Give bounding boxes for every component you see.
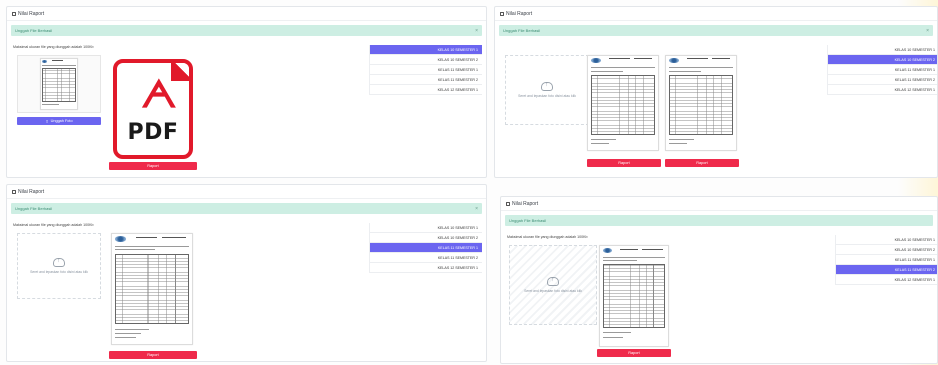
panel-content: Maksimal ukuran file yang diunggah adala… bbox=[507, 235, 937, 357]
raport-button[interactable]: Raport bbox=[597, 349, 671, 357]
semester-list: KELAS 10 SEMESTER 1 KELAS 10 SEMESTER 2 KE… bbox=[835, 235, 937, 285]
raport-panel-bottom-left: Nilai Raport Unggah File Berhasil × Maks… bbox=[6, 184, 487, 362]
uploaded-photo-thumbnail[interactable] bbox=[17, 55, 101, 113]
pdf-label: PDF bbox=[127, 120, 179, 145]
photo-dropzone[interactable]: Seret and lepaskan foto disini atau klik bbox=[17, 233, 101, 299]
close-icon[interactable]: × bbox=[475, 28, 478, 34]
semester-item[interactable]: KELAS 10 SEMESTER 1 bbox=[828, 45, 937, 55]
semester-item[interactable]: KELAS 11 SEMESTER 2 bbox=[370, 75, 482, 85]
dropzone-hint: Seret and lepaskan foto disini atau klik bbox=[30, 270, 88, 274]
max-size-note: Maksimal ukuran file yang diunggah adala… bbox=[13, 45, 94, 49]
semester-item[interactable]: KELAS 12 SEMESTER 1 bbox=[836, 275, 937, 285]
document-icon bbox=[12, 11, 16, 16]
upload-photo-label: Unggah Foto bbox=[50, 119, 73, 123]
raport-button[interactable]: Raport bbox=[109, 162, 197, 170]
panel-title: Nilai Raport bbox=[506, 10, 533, 17]
semester-list: KELAS 10 SEMESTER 1 KELAS 10 SEMESTER 2 KE… bbox=[369, 45, 482, 95]
photo-dropzone[interactable]: Seret and lepaskan foto disini atau klik bbox=[505, 55, 589, 125]
raport-page-2 bbox=[665, 55, 737, 151]
dropzone-hint: Seret and lepaskan foto disini atau klik bbox=[524, 289, 582, 293]
cloud-upload-icon bbox=[53, 258, 65, 267]
success-alert: Unggah File Berhasil × bbox=[11, 203, 482, 214]
semester-item[interactable]: KELAS 12 SEMESTER 1 bbox=[370, 263, 482, 273]
semester-item[interactable]: KELAS 11 SEMESTER 1 bbox=[370, 243, 482, 253]
semester-list: KELAS 10 SEMESTER 1 KELAS 10 SEMESTER 2 KE… bbox=[827, 45, 937, 95]
semester-item[interactable]: KELAS 11 SEMESTER 1 bbox=[370, 65, 482, 75]
document-icon bbox=[500, 11, 504, 16]
panel-content: Maksimal ukuran file yang diunggah adala… bbox=[13, 45, 482, 171]
cloud-upload-icon bbox=[547, 277, 559, 286]
semester-item[interactable]: KELAS 11 SEMESTER 1 bbox=[828, 65, 937, 75]
success-alert: Unggah File Berhasil bbox=[505, 215, 933, 226]
raport-button[interactable]: Raport bbox=[109, 351, 197, 359]
semester-item[interactable]: KELAS 11 SEMESTER 2 bbox=[836, 265, 937, 275]
max-size-note: Maksimal ukuran file yang diunggah adala… bbox=[507, 235, 588, 239]
photo-dropzone[interactable]: Seret and lepaskan foto disini atau klik bbox=[509, 245, 597, 325]
panel-title: Nilai Raport bbox=[512, 200, 539, 207]
cloud-upload-icon bbox=[541, 82, 553, 91]
max-size-note: Maksimal ukuran file yang diunggah adala… bbox=[13, 223, 94, 227]
panel-content: Seret and lepaskan foto disini atau klik bbox=[501, 45, 937, 171]
raport-page bbox=[599, 245, 669, 347]
semester-list: KELAS 10 SEMESTER 1 KELAS 10 SEMESTER 2 KE… bbox=[369, 223, 482, 273]
semester-item[interactable]: KELAS 11 SEMESTER 2 bbox=[828, 75, 937, 85]
semester-item[interactable]: KELAS 10 SEMESTER 2 bbox=[370, 233, 482, 243]
semester-item[interactable]: KELAS 10 SEMESTER 1 bbox=[836, 235, 937, 245]
panel-header: Nilai Raport bbox=[7, 7, 486, 21]
success-alert: Unggah File Berhasil × bbox=[11, 25, 482, 36]
document-icon bbox=[506, 201, 510, 206]
alert-text: Unggah File Berhasil bbox=[503, 28, 541, 33]
raport-panel-top-right: Nilai Raport Unggah File Berhasil × Sere… bbox=[494, 6, 938, 178]
raport-panel-bottom-right: Nilai Raport Unggah File Berhasil Maksim… bbox=[500, 196, 938, 364]
raport-thumbnail-image bbox=[40, 58, 78, 110]
raport-page-1 bbox=[587, 55, 659, 151]
semester-item[interactable]: KELAS 12 SEMESTER 1 bbox=[828, 85, 937, 95]
dropzone-hint: Seret and lepaskan foto disini atau klik bbox=[518, 94, 576, 98]
semester-item[interactable]: KELAS 10 SEMESTER 2 bbox=[828, 55, 937, 65]
panel-title: Nilai Raport bbox=[18, 188, 45, 195]
acrobat-icon: ᗅ bbox=[141, 71, 177, 116]
screenshot-collage: Nilai Raport Unggah File Berhasil × Maks… bbox=[0, 0, 938, 365]
raport-button-2[interactable]: Raport bbox=[665, 159, 739, 167]
raport-button-1[interactable]: Raport bbox=[587, 159, 661, 167]
pdf-file-preview[interactable]: ᗅ PDF bbox=[113, 59, 193, 159]
panel-title: Nilai Raport bbox=[18, 10, 45, 17]
raport-page bbox=[111, 233, 193, 345]
semester-item[interactable]: KELAS 10 SEMESTER 1 bbox=[370, 45, 482, 55]
semester-item[interactable]: KELAS 12 SEMESTER 1 bbox=[370, 85, 482, 95]
panel-header: Nilai Raport bbox=[7, 185, 486, 199]
panel-content: Maksimal ukuran file yang diunggah adala… bbox=[13, 223, 482, 359]
semester-item[interactable]: KELAS 10 SEMESTER 2 bbox=[836, 245, 937, 255]
document-icon bbox=[12, 189, 16, 194]
close-icon[interactable]: × bbox=[475, 206, 478, 212]
semester-item[interactable]: KELAS 11 SEMESTER 2 bbox=[370, 253, 482, 263]
semester-item[interactable]: KELAS 10 SEMESTER 2 bbox=[370, 55, 482, 65]
semester-item[interactable]: KELAS 11 SEMESTER 1 bbox=[836, 255, 937, 265]
upload-photo-button[interactable]: ⇪ Unggah Foto bbox=[17, 117, 101, 125]
panel-header: Nilai Raport bbox=[501, 197, 937, 211]
raport-panel-top-left: Nilai Raport Unggah File Berhasil × Maks… bbox=[6, 6, 487, 178]
alert-text: Unggah File Berhasil bbox=[15, 28, 53, 33]
close-icon[interactable]: × bbox=[926, 28, 929, 34]
alert-text: Unggah File Berhasil bbox=[15, 206, 53, 211]
success-alert: Unggah File Berhasil × bbox=[499, 25, 933, 36]
panel-header: Nilai Raport bbox=[495, 7, 937, 21]
alert-text: Unggah File Berhasil bbox=[509, 218, 547, 223]
semester-item[interactable]: KELAS 10 SEMESTER 1 bbox=[370, 223, 482, 233]
upload-icon: ⇪ bbox=[45, 119, 49, 124]
